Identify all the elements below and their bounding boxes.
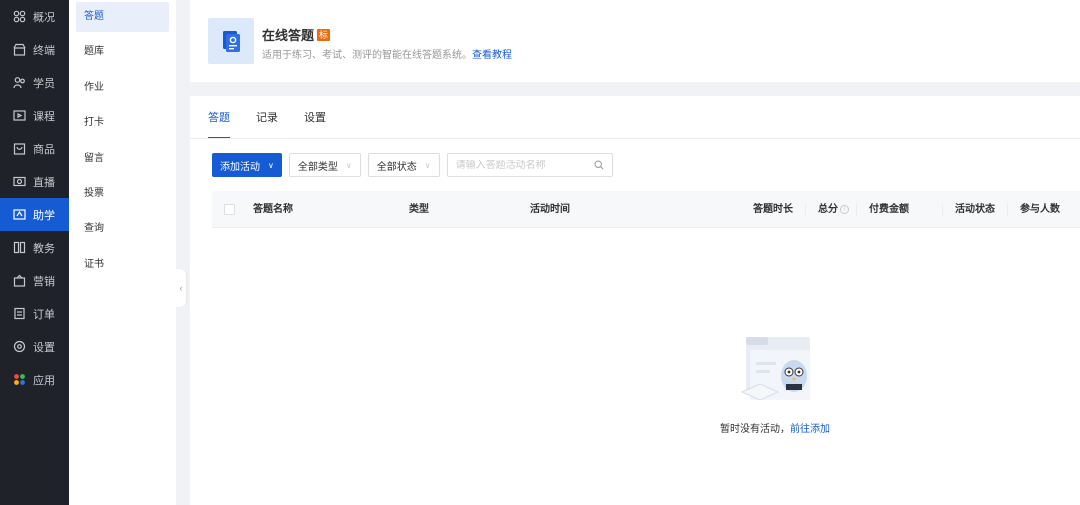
- column-divider: [1007, 204, 1008, 216]
- assist-icon: [13, 208, 26, 221]
- marketing-icon: [13, 274, 26, 287]
- secondary-nav-item[interactable]: 打卡: [76, 108, 169, 138]
- empty-folder-illustration: [740, 337, 810, 401]
- page-title: 在线答题 标: [262, 25, 331, 44]
- secondary-nav-item[interactable]: 投票: [76, 179, 169, 209]
- main-content-card: 答题记录设置 添加活动 ∨ 全部类型 ∨ 全部状态 ∨ 答题名称 类型 活动时间…: [190, 96, 1080, 505]
- tab-bar: 答题 记录 设置: [208, 96, 352, 139]
- primary-nav-item[interactable]: 设置: [0, 330, 69, 363]
- status-filter-select[interactable]: 全部状态 ∨: [367, 153, 440, 177]
- column-header-status: 活动状态: [955, 204, 995, 215]
- primary-nav-label: 概况: [33, 11, 55, 24]
- column-divider: [856, 204, 857, 216]
- search-input[interactable]: [455, 159, 586, 171]
- chevron-down-icon: ∨: [345, 160, 352, 170]
- page-title-text: 在线答题: [262, 28, 315, 43]
- add-activity-button[interactable]: 添加活动 ∨: [212, 153, 282, 177]
- app-header-card: 在线答题 标 适用于练习、考试、测评的智能在线答题系统。查看教程: [190, 0, 1080, 82]
- table-header: 答题名称 类型 活动时间 答题时长 总分 i 付费金额 活动状态 参与人数: [212, 191, 1080, 228]
- secondary-nav-item[interactable]: 留言: [76, 144, 169, 174]
- column-divider: [942, 204, 943, 216]
- info-icon[interactable]: i: [840, 204, 849, 214]
- dashboard-icon: [13, 10, 26, 23]
- tab-item[interactable]: 设置: [304, 96, 326, 139]
- chevron-down-icon: ∨: [424, 160, 431, 170]
- type-filter-select[interactable]: 全部类型 ∨: [288, 153, 361, 177]
- books-icon: [13, 241, 26, 254]
- column-header-type: 类型: [409, 204, 429, 215]
- type-filter-value: 全部类型: [297, 161, 338, 173]
- secondary-nav-item[interactable]: 查询: [76, 214, 169, 244]
- apps-icon: [13, 373, 26, 386]
- tab-item[interactable]: 答题: [208, 96, 230, 139]
- primary-nav-item[interactable]: 营销: [0, 264, 69, 297]
- collapse-sidebar-button[interactable]: ‹: [176, 269, 186, 307]
- store-icon: [13, 43, 26, 56]
- tab-item[interactable]: 记录: [256, 96, 278, 139]
- primary-nav-label: 设置: [33, 341, 55, 354]
- primary-nav-label: 营销: [33, 275, 55, 288]
- column-header-name: 答题名称: [253, 204, 293, 215]
- primary-sidebar: 概况终端学员课程商品直播助学教务营销订单设置应用: [0, 0, 69, 505]
- select-all-checkbox[interactable]: [224, 204, 235, 215]
- column-header-participants: 参与人数: [1020, 204, 1060, 215]
- description-text: 适用于练习、考试、测评的智能在线答题系统。: [262, 50, 472, 61]
- secondary-sidebar: 答题题库作业打卡留言投票查询证书: [69, 0, 176, 505]
- chevron-left-icon: ‹: [179, 283, 183, 293]
- view-tutorial-link[interactable]: 查看教程: [472, 50, 512, 61]
- search-box: [446, 153, 613, 177]
- primary-nav-label: 教务: [33, 242, 55, 255]
- empty-state-text: 暂时没有活动，: [720, 424, 790, 435]
- course-icon: [13, 109, 26, 122]
- primary-nav-label: 学员: [33, 77, 55, 90]
- column-divider: [805, 204, 806, 216]
- primary-nav-label: 直播: [33, 176, 55, 189]
- primary-nav-item[interactable]: 商品: [0, 132, 69, 165]
- chevron-down-icon: ∨: [268, 160, 274, 170]
- primary-nav-label: 课程: [33, 110, 55, 123]
- primary-nav-item[interactable]: 课程: [0, 99, 69, 132]
- primary-nav-item[interactable]: 学员: [0, 66, 69, 99]
- primary-nav-label: 商品: [33, 143, 55, 156]
- empty-state-message: 暂时没有活动，前往添加: [720, 420, 830, 435]
- secondary-nav-item[interactable]: 证书: [76, 250, 169, 280]
- primary-nav-item[interactable]: 直播: [0, 165, 69, 198]
- page-description: 适用于练习、考试、测评的智能在线答题系统。查看教程: [262, 46, 512, 61]
- primary-nav-item[interactable]: 助学: [0, 198, 69, 231]
- search-icon[interactable]: [594, 160, 604, 170]
- live-icon: [13, 175, 26, 188]
- column-header-amount: 付费金额: [869, 204, 909, 215]
- quiz-app-icon: [208, 18, 254, 64]
- edition-badge: 标: [317, 28, 331, 41]
- score-label: 总分: [818, 204, 838, 215]
- column-header-score: 总分 i: [818, 191, 849, 228]
- secondary-nav-item[interactable]: 答题: [76, 2, 169, 32]
- goods-icon: [13, 142, 26, 155]
- order-icon: [13, 307, 26, 320]
- column-header-duration: 答题时长: [753, 204, 793, 215]
- tab-divider: [190, 138, 1080, 139]
- primary-nav-item[interactable]: 订单: [0, 297, 69, 330]
- secondary-nav-item[interactable]: 作业: [76, 73, 169, 103]
- toolbar: 添加活动 ∨ 全部类型 ∨ 全部状态 ∨: [212, 153, 613, 177]
- primary-nav-label: 应用: [33, 374, 55, 387]
- settings-icon: [13, 340, 26, 353]
- add-activity-label: 添加活动: [220, 161, 260, 173]
- primary-nav-item[interactable]: 应用: [0, 363, 69, 396]
- users-icon: [13, 76, 26, 89]
- primary-nav-item[interactable]: 教务: [0, 231, 69, 264]
- primary-nav-label: 助学: [33, 209, 55, 222]
- column-header-time: 活动时间: [530, 204, 570, 215]
- primary-nav-label: 订单: [33, 308, 55, 321]
- primary-nav-item[interactable]: 概况: [0, 0, 69, 33]
- primary-nav-label: 终端: [33, 44, 55, 57]
- status-filter-value: 全部状态: [376, 161, 417, 173]
- go-add-link[interactable]: 前往添加: [790, 424, 830, 435]
- secondary-nav-item[interactable]: 题库: [76, 37, 169, 67]
- primary-nav-item[interactable]: 终端: [0, 33, 69, 66]
